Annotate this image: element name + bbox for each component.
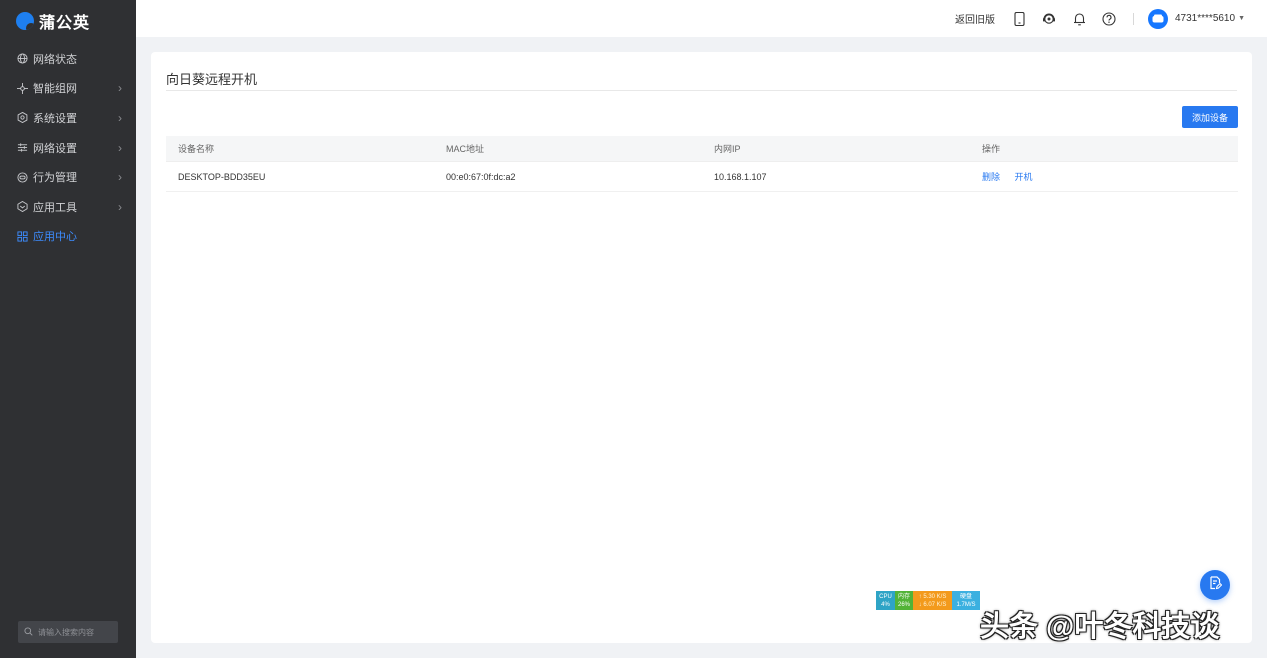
sidebar-item-app-center[interactable]: 应用中心 (0, 222, 136, 252)
bell-icon[interactable] (1071, 11, 1087, 27)
sidebar-item-label: 应用中心 (33, 231, 77, 244)
column-header-actions: 操作 (982, 144, 1001, 154)
behavior-icon (16, 171, 28, 183)
sidebar-item-label: 应用工具 (33, 201, 77, 214)
chevron-right-icon: › (118, 199, 122, 214)
download-value: 6.07 K/S (923, 601, 947, 608)
edit-document-icon (1209, 575, 1222, 595)
sidebar-item-smart-networking[interactable]: 智能组网 › (0, 74, 136, 104)
sidebar-nav: 网络状态 智能组网 › 系统设置 › 网络设置 › 行为管理 › 应用工具 › … (0, 44, 136, 251)
sidebar-item-label: 网络设置 (33, 142, 77, 155)
logo-mark-icon (16, 12, 34, 30)
memory-value: 26% (897, 601, 910, 608)
power-on-link[interactable]: 开机 (1015, 172, 1033, 182)
mac-cell: 00:e0:67:0f:dc:a2 (446, 171, 516, 182)
upload-value: 5.30 K/S (923, 593, 947, 600)
upload-speed: ↑ 5.30 K/S (913, 593, 952, 601)
sidebar-item-label: 系统设置 (33, 112, 77, 125)
grid-icon (16, 230, 28, 242)
sidebar-search[interactable] (18, 621, 118, 643)
system-monitor-widget: CPU 4% 内存 26% ↑ 5.30 K/S ↓ 6.07 K/S 硬盘 1… (876, 591, 980, 610)
logo-text: 蒲公英 (39, 15, 91, 32)
help-icon[interactable] (1101, 11, 1117, 27)
sidebar-item-network-settings[interactable]: 网络设置 › (0, 133, 136, 163)
gear-icon (16, 112, 28, 124)
cpu-value: 4% (881, 601, 890, 608)
table-row: DESKTOP-BDD35EU 00:e0:67:0f:dc:a2 10.168… (166, 161, 1238, 192)
download-speed: ↓ 6.07 K/S (913, 601, 952, 609)
arrow-down-icon: ↓ (918, 601, 922, 608)
memory-label: 内存 (897, 593, 910, 600)
network-icon (16, 82, 28, 94)
column-header-ip: 内网IP (714, 144, 741, 154)
chevron-right-icon: › (118, 170, 122, 185)
account-name: 4731****5610 (1175, 13, 1236, 24)
main-card: 向日葵远程开机 添加设备 设备名称 MAC地址 内网IP 操作 DESKTOP-… (151, 52, 1252, 643)
avatar[interactable] (1148, 8, 1168, 29)
disk-meter: 硬盘 1.7M/S (952, 591, 980, 610)
column-header-name: 设备名称 (178, 144, 215, 154)
delete-link[interactable]: 删除 (982, 172, 1000, 182)
sidebar-item-app-tools[interactable]: 应用工具 › (0, 192, 136, 222)
sidebar-item-label: 网络状态 (33, 53, 77, 66)
sidebar-item-behavior-management[interactable]: 行为管理 › (0, 162, 136, 192)
feedback-button[interactable] (1200, 570, 1230, 600)
sliders-icon (16, 142, 28, 154)
ip-cell: 10.168.1.107 (714, 171, 767, 182)
table-header: 设备名称 MAC地址 内网IP 操作 (166, 136, 1238, 161)
old-version-link[interactable]: 返回旧版 (955, 11, 995, 26)
support-icon[interactable] (1041, 11, 1057, 27)
sidebar-item-network-status[interactable]: 网络状态 (0, 44, 136, 74)
chevron-right-icon: › (118, 110, 122, 125)
actions-cell: 删除 开机 (970, 170, 1238, 183)
network-meter: ↑ 5.30 K/S ↓ 6.07 K/S (913, 591, 952, 610)
sidebar-item-system-settings[interactable]: 系统设置 › (0, 103, 136, 133)
logo[interactable]: 蒲公英 (16, 10, 90, 32)
search-icon (24, 623, 33, 641)
chevron-right-icon: › (118, 140, 122, 155)
add-device-button[interactable]: 添加设备 (1182, 106, 1238, 128)
column-header-mac: MAC地址 (446, 144, 484, 154)
arrow-up-icon: ↑ (918, 593, 922, 600)
sidebar: 蒲公英 网络状态 智能组网 › 系统设置 › 网络设置 › 行为管理 › 应用工… (0, 0, 136, 658)
watermark: 头条 @叶冬科技谈 (980, 611, 1220, 643)
caret-down-icon: ▼ (1238, 15, 1245, 22)
cpu-label: CPU (879, 593, 892, 600)
memory-meter: 内存 26% (895, 591, 913, 610)
globe-icon (16, 53, 28, 65)
sidebar-item-label: 智能组网 (33, 83, 77, 96)
divider (1133, 12, 1134, 25)
cpu-meter: CPU 4% (876, 591, 895, 610)
top-bar-actions: 返回旧版 4731****5610 ▼ (955, 0, 1245, 37)
disk-label: 硬盘 (959, 593, 972, 600)
top-bar: 返回旧版 4731****5610 ▼ (136, 0, 1267, 37)
device-table: 设备名称 MAC地址 内网IP 操作 DESKTOP-BDD35EU 00:e0… (166, 136, 1238, 192)
disk-value: 1.7M/S (956, 601, 976, 608)
search-input[interactable] (36, 626, 118, 638)
tool-icon (16, 201, 28, 213)
title-divider (166, 90, 1237, 91)
mobile-icon[interactable] (1011, 11, 1027, 27)
device-name-cell: DESKTOP-BDD35EU (178, 171, 266, 182)
sidebar-item-label: 行为管理 (33, 172, 77, 185)
page-title: 向日葵远程开机 (166, 72, 258, 87)
account-menu[interactable]: 4731****5610 ▼ (1175, 13, 1245, 24)
chevron-right-icon: › (118, 81, 122, 96)
